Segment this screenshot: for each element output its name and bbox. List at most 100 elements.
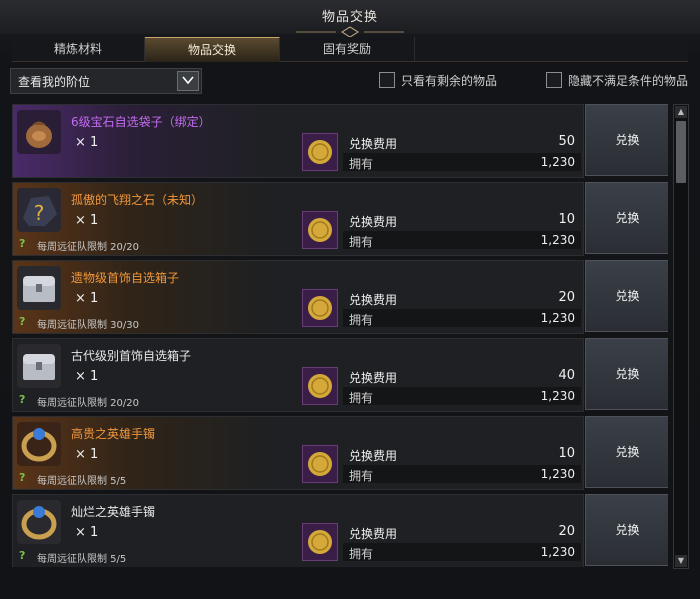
hide-ineligible-checkbox[interactable]: [546, 72, 562, 88]
coin-icon: [302, 445, 338, 483]
exchange-row: ? 孤傲的飞翔之石（未知） × 1 ? 每周远征队限制 20/20 兑换费用 1…: [10, 182, 668, 256]
question-icon[interactable]: ?: [19, 471, 29, 484]
title-bar: 物品交换: [0, 0, 700, 38]
item-quantity: × 1: [75, 291, 99, 306]
cost-value: 20: [558, 524, 575, 539]
owned-label: 拥有: [349, 469, 374, 483]
item-name: 高贵之英雄手镯: [71, 427, 156, 441]
exchange-row: 灿烂之英雄手镯 × 1 ? 每周远征队限制 5/5 兑换费用 20 拥有 1,2…: [10, 494, 668, 567]
owned-bar: 拥有 1,230: [343, 231, 581, 249]
coin-icon: [308, 140, 332, 164]
remaining-only-checkbox[interactable]: [379, 72, 395, 88]
coin-icon: [308, 296, 332, 320]
exchange-button[interactable]: 兑换: [585, 338, 668, 410]
owned-bar: 拥有 1,230: [343, 153, 581, 171]
weekly-limit: 每周远征队限制 5/5: [37, 554, 127, 565]
chevron-down-icon: [182, 76, 194, 85]
bracelet-icon[interactable]: [17, 422, 61, 466]
chevron-down-icon[interactable]: [177, 71, 199, 91]
scroll-up-icon[interactable]: ▲: [675, 106, 687, 118]
cost-value: 20: [558, 290, 575, 305]
item-panel: ? 孤傲的飞翔之石（未知） × 1 ? 每周远征队限制 20/20 兑换费用 1…: [12, 182, 584, 256]
scroll-down-icon[interactable]: ▼: [675, 555, 687, 567]
owned-label: 拥有: [349, 235, 374, 249]
exchange-button[interactable]: 兑换: [585, 104, 668, 176]
exchange-button[interactable]: 兑换: [585, 260, 668, 332]
exchange-window: 物品交换 精炼材料 物品交换 固有奖励 查看我的阶位 只看有剩余的物品 隐藏不满…: [0, 0, 700, 599]
item-quantity: × 1: [75, 525, 99, 540]
exchange-button[interactable]: 兑换: [585, 494, 668, 566]
exchange-row: 高贵之英雄手镯 × 1 ? 每周远征队限制 5/5 兑换费用 10 拥有 1,2…: [10, 416, 668, 490]
pouch-icon[interactable]: [17, 110, 61, 154]
rank-dropdown-label: 查看我的阶位: [18, 75, 91, 89]
cost-value: 10: [558, 212, 575, 227]
question-icon[interactable]: ?: [19, 315, 29, 328]
exchange-button[interactable]: 兑换: [585, 182, 668, 254]
coin-icon: [302, 211, 338, 249]
coin-icon: [308, 374, 332, 398]
cost-label: 兑换费用: [349, 215, 398, 229]
item-panel: 遗物级首饰自选箱子 × 1 ? 每周远征队限制 30/30 兑换费用 20 拥有…: [12, 260, 584, 334]
chest-icon[interactable]: [17, 344, 61, 388]
cost-label: 兑换费用: [349, 293, 398, 307]
hide-ineligible-label: 隐藏不满足条件的物品: [568, 74, 689, 88]
cost-value: 40: [558, 368, 575, 383]
item-quantity: × 1: [75, 369, 99, 384]
cost-label: 兑换费用: [349, 449, 398, 463]
cost-value: 10: [558, 446, 575, 461]
item-name: 灿烂之英雄手镯: [71, 505, 156, 519]
owned-value: 1,230: [540, 311, 575, 325]
tab-inherent-rewards[interactable]: 固有奖励: [280, 37, 415, 61]
owned-label: 拥有: [349, 547, 374, 561]
window-title: 物品交换: [321, 10, 378, 25]
owned-bar: 拥有 1,230: [343, 543, 581, 561]
item-quantity: × 1: [75, 213, 99, 228]
owned-label: 拥有: [349, 157, 374, 171]
tab-refining-materials[interactable]: 精炼材料: [12, 37, 145, 61]
coin-icon: [302, 367, 338, 405]
weekly-limit: 每周远征队限制 30/30: [37, 320, 139, 331]
item-name: 6级宝石自选袋子（绑定）: [71, 115, 211, 129]
question-icon[interactable]: ?: [19, 393, 29, 406]
item-panel: 灿烂之英雄手镯 × 1 ? 每周远征队限制 5/5 兑换费用 20 拥有 1,2…: [12, 494, 584, 567]
item-quantity: × 1: [75, 447, 99, 462]
item-name: 古代级别首饰自选箱子: [71, 349, 192, 363]
item-name: 遗物级首饰自选箱子: [71, 271, 180, 285]
coin-icon: [308, 218, 332, 242]
weekly-limit: 每周远征队限制 20/20: [37, 242, 139, 253]
exchange-item-list: 6级宝石自选袋子（绑定） × 1 兑换费用 50 拥有 1,230 兑换 ? 孤…: [10, 104, 668, 567]
cost-value: 50: [558, 134, 575, 149]
weekly-limit: 每周远征队限制 20/20: [37, 398, 139, 409]
rank-dropdown[interactable]: 查看我的阶位: [10, 68, 202, 94]
scroll-thumb[interactable]: [676, 121, 686, 183]
owned-bar: 拥有 1,230: [343, 465, 581, 483]
cost-label: 兑换费用: [349, 527, 398, 541]
item-panel: 6级宝石自选袋子（绑定） × 1 兑换费用 50 拥有 1,230: [12, 104, 584, 178]
owned-bar: 拥有 1,230: [343, 309, 581, 327]
cost-label: 兑换费用: [349, 137, 398, 151]
question-icon[interactable]: ?: [19, 237, 29, 250]
chest-icon[interactable]: [17, 266, 61, 310]
exchange-row: 遗物级首饰自选箱子 × 1 ? 每周远征队限制 30/30 兑换费用 20 拥有…: [10, 260, 668, 334]
coin-icon: [308, 452, 332, 476]
owned-bar: 拥有 1,230: [343, 387, 581, 405]
weekly-limit: 每周远征队限制 5/5: [37, 476, 127, 487]
tab-item-exchange[interactable]: 物品交换: [145, 37, 280, 62]
exchange-button[interactable]: 兑换: [585, 416, 668, 488]
scrollbar[interactable]: ▲ ▼: [673, 104, 689, 569]
owned-value: 1,230: [540, 545, 575, 559]
question-icon[interactable]: ?: [19, 549, 29, 562]
stone-icon[interactable]: ?: [17, 188, 61, 232]
owned-label: 拥有: [349, 313, 374, 327]
cost-label: 兑换费用: [349, 371, 398, 385]
owned-label: 拥有: [349, 391, 374, 405]
owned-value: 1,230: [540, 389, 575, 403]
coin-icon: [302, 289, 338, 327]
coin-icon: [302, 523, 338, 561]
coin-icon: [302, 133, 338, 171]
coin-icon: [308, 530, 332, 554]
filter-bar: 查看我的阶位 只看有剩余的物品 隐藏不满足条件的物品: [10, 68, 690, 94]
owned-value: 1,230: [540, 155, 575, 169]
svg-text:?: ?: [34, 201, 45, 225]
bracelet-icon[interactable]: [17, 500, 61, 544]
